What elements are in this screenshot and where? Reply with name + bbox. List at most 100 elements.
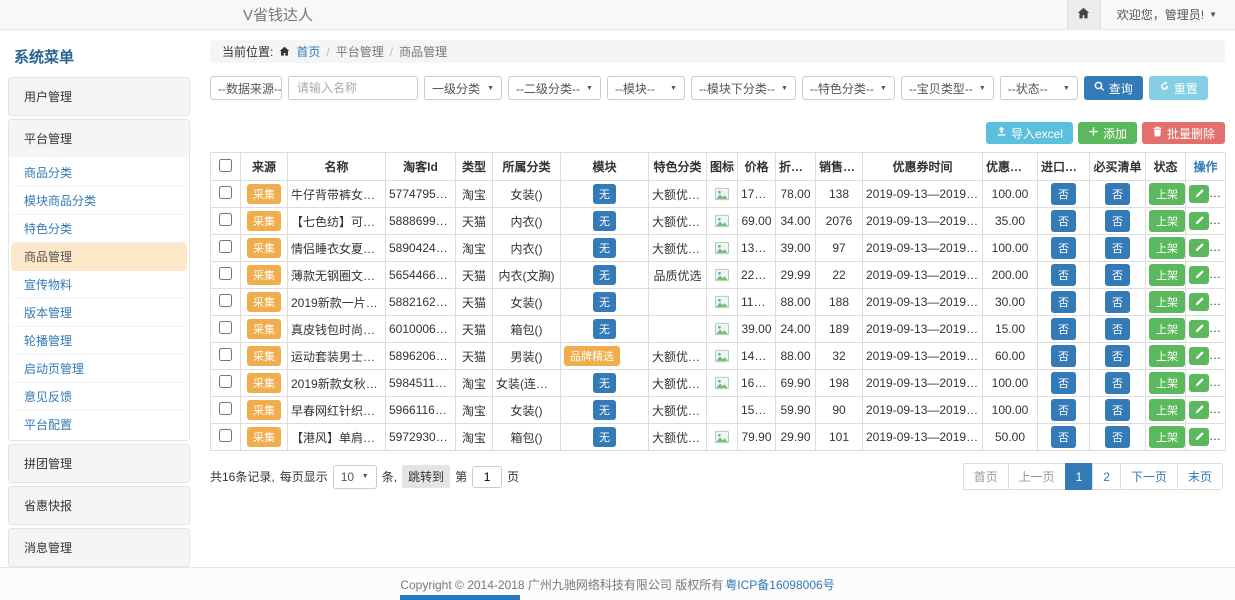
import-select-toggle[interactable]: 否 xyxy=(1051,183,1076,205)
edit-button[interactable] xyxy=(1189,320,1209,338)
status-toggle[interactable]: 上架 xyxy=(1149,318,1185,340)
sidebar-group-item[interactable]: 省惠快报 xyxy=(9,487,189,524)
row-checkbox[interactable] xyxy=(219,267,232,280)
status-toggle[interactable]: 上架 xyxy=(1149,210,1185,232)
sidebar-submenu-item[interactable]: 特色分类 xyxy=(11,215,187,243)
import-select-toggle[interactable]: 否 xyxy=(1051,237,1076,259)
icp-link[interactable]: 粤ICP备16098006号 xyxy=(725,576,834,593)
import-select-toggle[interactable]: 否 xyxy=(1051,210,1076,232)
sidebar-submenu-item[interactable]: 启动页管理 xyxy=(11,355,187,383)
status-toggle[interactable]: 上架 xyxy=(1149,426,1185,448)
row-checkbox[interactable] xyxy=(219,294,232,307)
sidebar-submenu-item[interactable]: 模块商品分类 xyxy=(11,187,187,215)
row-checkbox[interactable] xyxy=(219,348,232,361)
sidebar-item-user-management[interactable]: 用户管理 xyxy=(9,78,189,115)
status-toggle[interactable]: 上架 xyxy=(1149,264,1185,286)
filter-select[interactable]: --宝贝类型-- ▼ xyxy=(901,76,994,100)
must-buy-toggle[interactable]: 否 xyxy=(1105,372,1130,394)
must-buy-toggle[interactable]: 否 xyxy=(1105,210,1130,232)
import-select-toggle[interactable]: 否 xyxy=(1051,345,1076,367)
reset-button[interactable]: 重置 xyxy=(1149,76,1208,100)
edit-button[interactable] xyxy=(1189,266,1209,284)
home-button[interactable] xyxy=(1067,0,1101,29)
breadcrumb-home-link[interactable]: 首页 xyxy=(296,43,320,60)
jump-button[interactable]: 跳转到 xyxy=(402,465,450,488)
page-button[interactable]: 首页 xyxy=(963,463,1009,490)
sidebar-submenu-item[interactable]: 版本管理 xyxy=(11,299,187,327)
page-button[interactable]: 下一页 xyxy=(1120,463,1178,490)
filter-select[interactable]: --模块-- ▼ xyxy=(607,76,685,100)
page-suffix-label: 页 xyxy=(507,468,519,485)
jump-page-input[interactable] xyxy=(472,466,502,488)
page-button[interactable]: 1 xyxy=(1065,463,1094,490)
status-toggle[interactable]: 上架 xyxy=(1149,372,1185,394)
page-button[interactable]: 2 xyxy=(1092,463,1121,490)
status-toggle[interactable]: 上架 xyxy=(1149,183,1185,205)
user-menu[interactable]: 欢迎您，管理员! ▼ xyxy=(1101,6,1235,23)
edit-button[interactable] xyxy=(1189,185,1209,203)
page-size-select[interactable]: 10 ▼ xyxy=(333,465,377,489)
filter-select[interactable]: --二级分类-- ▼ xyxy=(508,76,601,100)
row-checkbox[interactable] xyxy=(219,213,232,226)
import-select-toggle[interactable]: 否 xyxy=(1051,264,1076,286)
must-buy-toggle[interactable]: 否 xyxy=(1105,291,1130,313)
filter-select[interactable]: 一级分类 ▼ xyxy=(424,76,502,100)
must-buy-toggle[interactable]: 否 xyxy=(1105,264,1130,286)
select-all-checkbox[interactable] xyxy=(219,159,232,172)
row-checkbox[interactable] xyxy=(219,186,232,199)
edit-button[interactable] xyxy=(1189,401,1209,419)
must-buy-toggle[interactable]: 否 xyxy=(1105,318,1130,340)
module-badge: 无 xyxy=(593,292,616,312)
must-buy-toggle[interactable]: 否 xyxy=(1105,345,1130,367)
edit-button[interactable] xyxy=(1189,347,1209,365)
status-toggle[interactable]: 上架 xyxy=(1149,291,1185,313)
filter-select[interactable]: --特色分类-- ▼ xyxy=(802,76,895,100)
status-toggle[interactable]: 上架 xyxy=(1149,399,1185,421)
sidebar-submenu-item[interactable]: 意见反馈 xyxy=(11,383,187,411)
import-excel-button[interactable]: 导入excel xyxy=(986,122,1073,144)
import-select-toggle[interactable]: 否 xyxy=(1051,426,1076,448)
welcome-text: 欢迎您，管理员! xyxy=(1117,6,1204,23)
sidebar-submenu-item[interactable]: 商品管理 xyxy=(11,243,187,271)
page-button[interactable]: 上一页 xyxy=(1008,463,1066,490)
sidebar-item-platform-management[interactable]: 平台管理 xyxy=(9,120,189,157)
edit-icon xyxy=(1194,241,1205,256)
sidebar-submenu-item[interactable]: 平台配置 xyxy=(11,411,187,438)
add-button[interactable]: 添加 xyxy=(1078,122,1137,144)
sidebar-group-item[interactable]: 消息管理 xyxy=(9,529,189,566)
sidebar-submenu-item[interactable]: 商品分类 xyxy=(11,159,187,187)
must-buy-toggle[interactable]: 否 xyxy=(1105,426,1130,448)
must-buy-toggle[interactable]: 否 xyxy=(1105,183,1130,205)
edit-button[interactable] xyxy=(1189,239,1209,257)
edit-button[interactable] xyxy=(1189,293,1209,311)
sidebar-submenu-item[interactable]: 宣传物料 xyxy=(11,271,187,299)
name-search-input[interactable] xyxy=(288,76,418,100)
import-select-toggle[interactable]: 否 xyxy=(1051,399,1076,421)
must-buy-toggle[interactable]: 否 xyxy=(1105,399,1130,421)
module-cell: 无 xyxy=(561,235,649,262)
row-checkbox[interactable] xyxy=(219,375,232,388)
row-checkbox[interactable] xyxy=(219,429,232,442)
import-select-toggle[interactable]: 否 xyxy=(1051,291,1076,313)
import-select-toggle[interactable]: 否 xyxy=(1051,372,1076,394)
sidebar-group-item[interactable]: 拼团管理 xyxy=(9,445,189,482)
status-toggle[interactable]: 上架 xyxy=(1149,345,1185,367)
edit-button[interactable] xyxy=(1189,212,1209,230)
row-checkbox[interactable] xyxy=(219,402,232,415)
edit-button[interactable] xyxy=(1189,374,1209,392)
page-button[interactable]: 末页 xyxy=(1177,463,1223,490)
must-buy-toggle[interactable]: 否 xyxy=(1105,237,1130,259)
row-checkbox[interactable] xyxy=(219,240,232,253)
search-button[interactable]: 查询 xyxy=(1084,76,1143,100)
data-source-select[interactable]: --数据来源-- ▼ xyxy=(210,76,282,100)
filter-select[interactable]: --状态-- ▼ xyxy=(1000,76,1078,100)
row-checkbox[interactable] xyxy=(219,321,232,334)
batch-delete-button[interactable]: 批量删除 xyxy=(1142,122,1225,144)
column-header: 操作 xyxy=(1186,153,1226,181)
status-toggle[interactable]: 上架 xyxy=(1149,237,1185,259)
edit-button[interactable] xyxy=(1189,428,1209,446)
filter-select[interactable]: --模块下分类-- ▼ xyxy=(691,76,796,100)
import-select-toggle[interactable]: 否 xyxy=(1051,318,1076,340)
sidebar-submenu-item[interactable]: 轮播管理 xyxy=(11,327,187,355)
source-badge: 采集 xyxy=(247,238,281,258)
